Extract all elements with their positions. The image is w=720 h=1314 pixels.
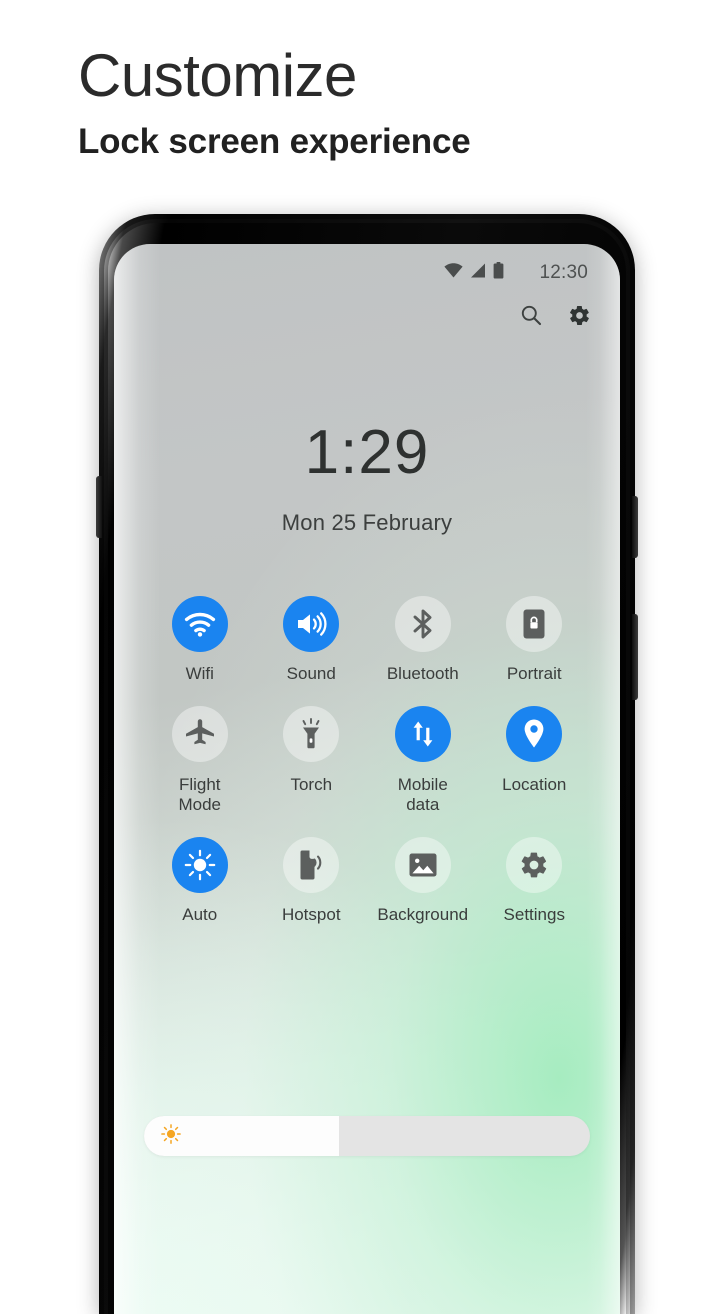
mobile-data-icon [394,706,451,763]
rotation-lock-icon [506,596,563,652]
volume-icon [283,596,340,652]
status-bar-icons [444,262,504,284]
hotspot-icon [283,837,340,894]
tile-label: Settings [503,905,565,925]
gear-icon [506,837,563,894]
tile-hotspot[interactable]: Hotspot [256,837,368,925]
gear-icon[interactable] [566,302,592,328]
phone-mockup: 12:30 1:29 Mon 25 February Wifi Sound Bl… [96,214,638,1314]
tile-label: Bluetooth [386,664,459,683]
image-icon [394,837,451,894]
phone-power-button[interactable] [632,614,638,700]
page-title: Customize [78,42,357,109]
quick-settings-row: Wifi Sound Bluetooth Portrait [144,596,590,684]
tile-label: Portrait [506,664,562,683]
brightness-slider[interactable] [144,1116,590,1156]
tile-flight-mode[interactable]: Flight Mode [144,706,256,815]
tile-settings[interactable]: Settings [479,837,591,925]
status-bar-time: 12:30 [539,262,588,283]
sun-icon [161,1123,181,1149]
tile-torch[interactable]: Torch [256,706,368,815]
page-subtitle: Lock screen experience [78,122,471,161]
phone-volume-button[interactable] [632,496,638,558]
tile-label: Mobile data [397,775,448,815]
quick-settings-row: Auto Hotspot Background Settings [144,837,590,925]
tile-location[interactable]: Location [479,706,591,815]
promo-header: Customize Lock screen experience [78,44,678,162]
auto-brightness-icon [171,837,228,894]
tile-background[interactable]: Background [367,837,479,925]
wifi-icon [171,596,228,652]
tile-bluetooth[interactable]: Bluetooth [367,596,479,684]
airplane-icon [171,706,228,763]
location-pin-icon [506,706,563,763]
phone-left-button[interactable] [96,476,102,538]
wifi-icon [444,263,464,283]
tile-label: Background [377,905,469,925]
status-bar: 12:30 [114,258,620,288]
bluetooth-icon [394,596,451,652]
screen-glare-right [586,244,620,1314]
lock-screen-clock-block: 1:29 Mon 25 February [114,422,620,536]
battery-icon [493,262,504,284]
tile-label: Sound [286,664,336,683]
quick-settings-row: Flight Mode Torch Mobile data Location [144,706,590,815]
tile-sound[interactable]: Sound [256,596,368,684]
tile-mobile-data[interactable]: Mobile data [367,706,479,815]
tile-label: Location [502,775,567,795]
tile-label: Wifi [185,664,214,683]
top-actions [518,302,592,328]
clock-date: Mon 25 February [281,510,453,535]
tile-label: Hotspot [281,905,341,925]
quick-settings-grid: Wifi Sound Bluetooth Portrait Flight Mod… [144,596,590,925]
brightness-slider-fill [144,1116,340,1156]
tile-portrait[interactable]: Portrait [479,596,591,684]
tile-label: Flight Mode [178,775,222,815]
tile-label: Torch [290,775,333,795]
tile-label: Auto [182,905,218,925]
clock-time: 1:29 [304,418,430,487]
search-icon[interactable] [518,302,544,328]
signal-icon [470,263,486,283]
tile-auto-brightness[interactable]: Auto [144,837,256,925]
tile-wifi[interactable]: Wifi [144,596,256,684]
flashlight-icon [283,706,340,763]
phone-screen: 12:30 1:29 Mon 25 February Wifi Sound Bl… [114,244,620,1314]
